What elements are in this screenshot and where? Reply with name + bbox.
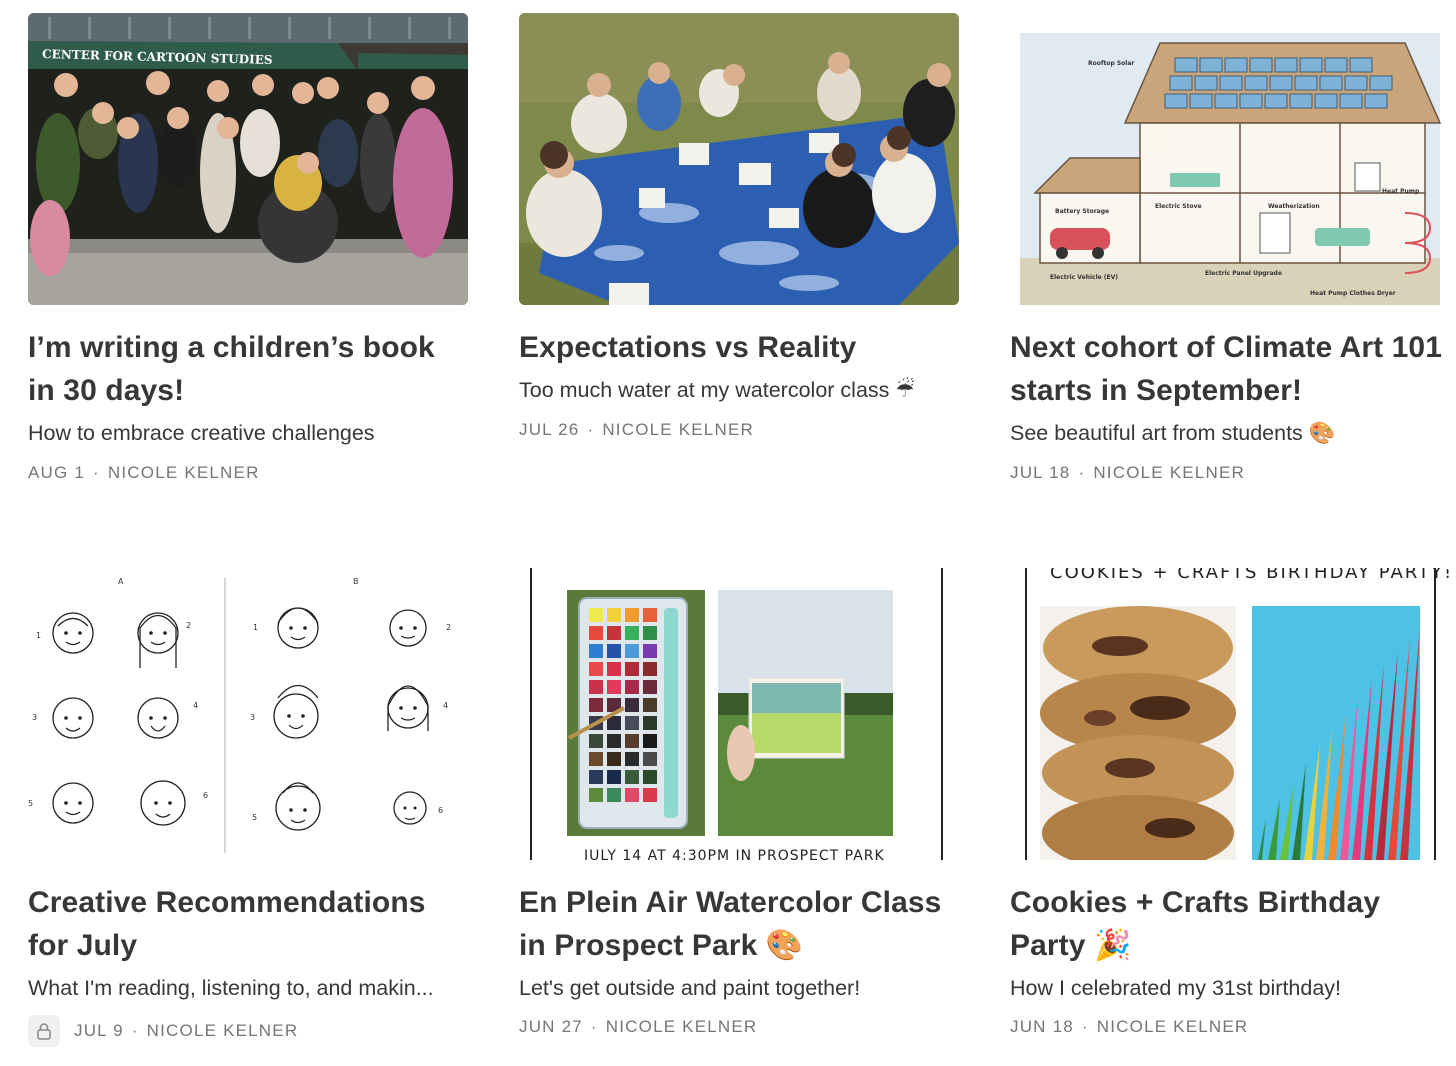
cookies-crafts-flyer: COOKIES + CRAFTS BIRTHDAY PARTY! bbox=[1010, 568, 1450, 860]
flyer-top-text: COOKIES + CRAFTS BIRTHDAY PARTY! bbox=[1050, 568, 1450, 583]
watercolor-class-flyer: JULY 14 AT 4:30PM IN PROSPECT PARK bbox=[519, 568, 959, 860]
post-thumbnail[interactable]: A B 1 2 3 4 5 6 1 2 3 4 5 6 bbox=[28, 568, 468, 860]
label-electric-stove: Electric Stove bbox=[1155, 203, 1202, 210]
face-drawings-illustration: A B 1 2 3 4 5 6 1 2 3 4 5 6 bbox=[28, 568, 468, 860]
post-title[interactable]: Next cohort of Climate Art 101 starts in… bbox=[1010, 326, 1450, 412]
face-number: 5 bbox=[28, 799, 33, 808]
post-author[interactable]: NICOLE KELNER bbox=[108, 462, 260, 484]
post-date: JUL 9 bbox=[74, 1021, 124, 1040]
post-meta: AUG 1 · NICOLE KELNER bbox=[28, 462, 260, 484]
flyer-bottom-text: JULY 14 AT 4:30PM IN PROSPECT PARK bbox=[583, 848, 885, 860]
label-battery-storage: Battery Storage bbox=[1055, 208, 1109, 215]
post-title[interactable]: En Plein Air Watercolor Class in Prospec… bbox=[519, 881, 959, 967]
post-author[interactable]: NICOLE KELNER bbox=[606, 1016, 758, 1038]
face-number: 6 bbox=[438, 806, 443, 815]
post-date: AUG 1 bbox=[28, 463, 86, 482]
climate-house-illustration: Rooftop Solar Battery Storage Electric S… bbox=[1020, 33, 1442, 305]
post-meta: JUN 18 · NICOLE KELNER bbox=[1010, 1016, 1248, 1038]
post-thumbnail[interactable]: Rooftop Solar Battery Storage Electric S… bbox=[1010, 13, 1450, 305]
post-title[interactable]: I’m writing a children’s book in 30 days… bbox=[28, 326, 468, 412]
post-subtitle: How to embrace creative challenges bbox=[28, 421, 375, 445]
post-date: JUL 26 bbox=[519, 420, 580, 439]
face-number: 6 bbox=[203, 791, 208, 800]
column-b-label: B bbox=[353, 577, 359, 586]
post-subtitle: What I'm reading, listening to, and maki… bbox=[28, 976, 434, 1000]
post-subtitle: Let's get outside and paint together! bbox=[519, 976, 861, 1000]
face-number: 3 bbox=[32, 713, 37, 722]
face-number: 2 bbox=[186, 621, 191, 630]
post-date: JUL 18 bbox=[1010, 463, 1071, 482]
post-thumbnail[interactable] bbox=[519, 13, 959, 305]
post-date: JUN 27 bbox=[519, 1017, 583, 1036]
post-subtitle: How I celebrated my 31st birthday! bbox=[1010, 976, 1342, 1000]
face-number: 4 bbox=[443, 701, 448, 710]
post-meta: JUL 18 · NICOLE KELNER bbox=[1010, 462, 1245, 484]
meta-separator: · bbox=[590, 1017, 598, 1036]
face-number: 1 bbox=[253, 623, 258, 632]
face-number: 2 bbox=[446, 623, 451, 632]
post-author[interactable]: NICOLE KELNER bbox=[147, 1020, 299, 1042]
face-number: 3 bbox=[250, 713, 255, 722]
face-number: 1 bbox=[36, 631, 41, 640]
post-thumbnail[interactable]: JULY 14 AT 4:30PM IN PROSPECT PARK bbox=[519, 568, 959, 860]
meta-separator: · bbox=[1081, 1017, 1089, 1036]
post-subtitle: Too much water at my watercolor class ☔ bbox=[519, 378, 915, 402]
group-photo: CENTER FOR CARTOON STUDIES bbox=[28, 13, 468, 305]
meta-separator: · bbox=[131, 1021, 139, 1040]
post-title[interactable]: Cookies + Crafts Birthday Party 🎉 bbox=[1010, 881, 1450, 967]
post-thumbnail[interactable]: CENTER FOR CARTOON STUDIES bbox=[28, 13, 468, 305]
label-electric-panel: Electric Panel Upgrade bbox=[1205, 270, 1282, 277]
label-heat-pump-dryer: Heat Pump Clothes Dryer bbox=[1310, 290, 1396, 297]
column-a-label: A bbox=[118, 577, 124, 586]
post-meta: JUL 26 · NICOLE KELNER bbox=[519, 419, 754, 441]
meta-separator: · bbox=[1078, 463, 1086, 482]
post-author[interactable]: NICOLE KELNER bbox=[1097, 1016, 1249, 1038]
post-title[interactable]: Expectations vs Reality bbox=[519, 326, 959, 369]
meta-separator: · bbox=[93, 463, 100, 482]
label-electric-vehicle: Electric Vehicle (EV) bbox=[1050, 274, 1118, 281]
meta-separator: · bbox=[587, 420, 595, 439]
post-title[interactable]: Creative Recommendations for July bbox=[28, 881, 468, 967]
lock-icon bbox=[28, 1015, 60, 1047]
post-subtitle: See beautiful art from students 🎨 bbox=[1010, 421, 1336, 445]
face-number: 5 bbox=[252, 813, 257, 822]
post-date: JUN 18 bbox=[1010, 1017, 1074, 1036]
post-meta: JUN 27 · NICOLE KELNER bbox=[519, 1016, 757, 1038]
post-author[interactable]: NICOLE KELNER bbox=[602, 419, 754, 441]
watercolor-picnic-photo bbox=[519, 13, 959, 305]
post-meta: JUL 9 · NICOLE KELNER bbox=[28, 1015, 298, 1047]
post-author[interactable]: NICOLE KELNER bbox=[1093, 462, 1245, 484]
face-number: 4 bbox=[193, 701, 198, 710]
label-weatherization: Weatherization bbox=[1268, 203, 1320, 210]
label-heat-pump: Heat Pump bbox=[1382, 188, 1420, 195]
label-rooftop-solar: Rooftop Solar bbox=[1088, 60, 1134, 67]
post-thumbnail[interactable]: COOKIES + CRAFTS BIRTHDAY PARTY! bbox=[1010, 568, 1450, 860]
